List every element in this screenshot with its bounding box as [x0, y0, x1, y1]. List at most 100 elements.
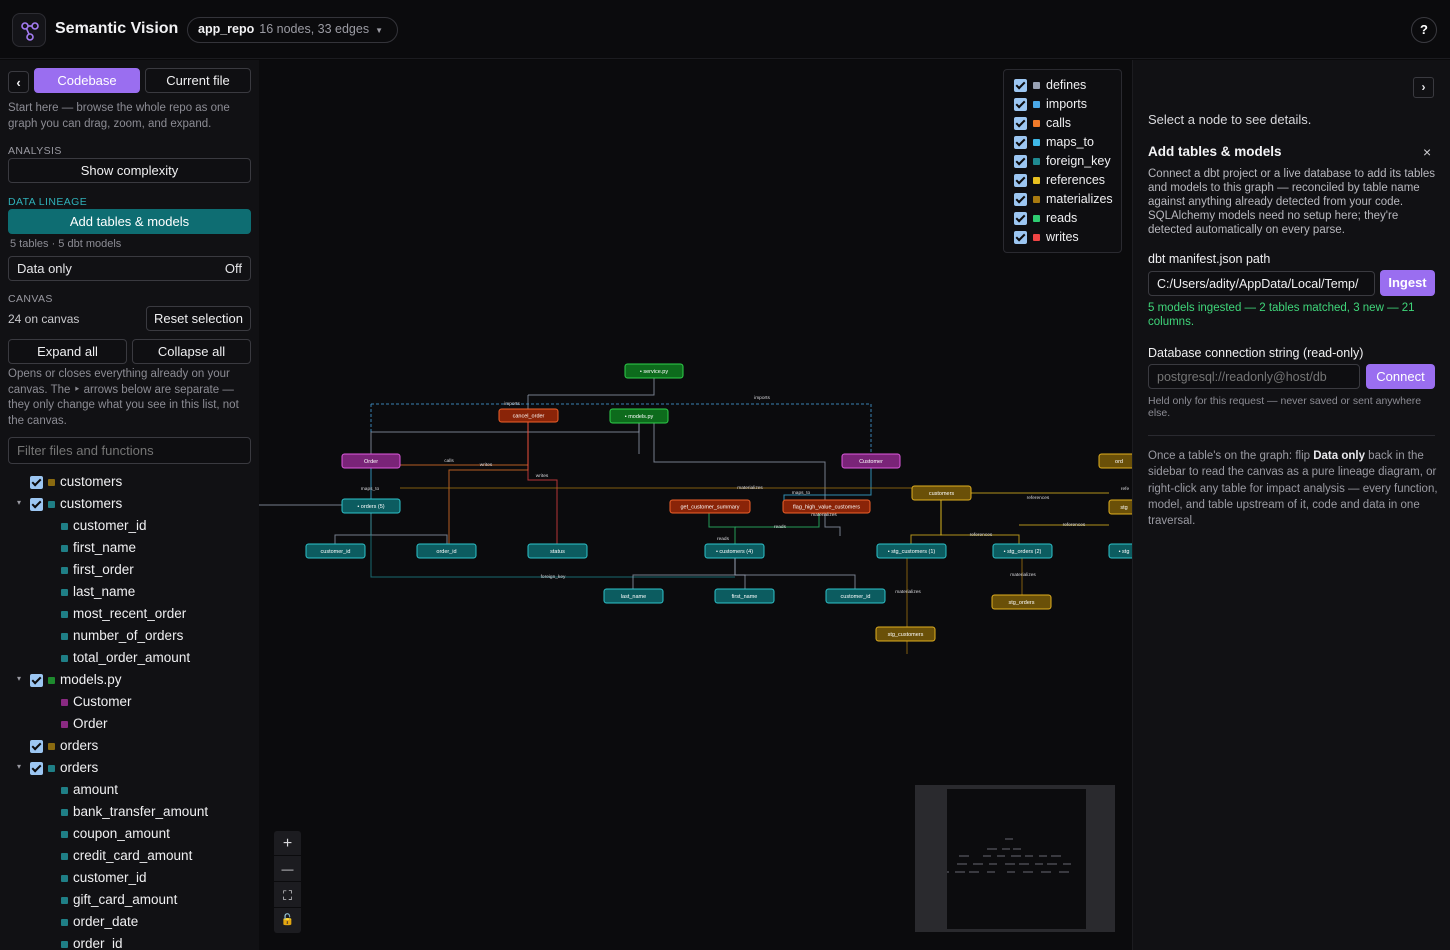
graph-node[interactable]: first_name — [714, 588, 775, 604]
graph-edge-label: materializes — [895, 589, 921, 595]
graph-node[interactable]: • service.py — [624, 363, 684, 379]
graph-node[interactable]: stg_orders — [991, 594, 1052, 610]
legend-label: reads — [1046, 211, 1078, 225]
graph-node[interactable]: stg_customers — [875, 626, 936, 642]
graph-node[interactable]: • customers (4) — [704, 543, 765, 559]
expand-toggle-icon[interactable]: ▾ — [17, 674, 21, 683]
tree-item-label: Customer — [73, 694, 132, 709]
repo-selector[interactable]: app_repo 16 nodes, 33 edges ▼ — [187, 17, 398, 43]
tree-checkbox[interactable] — [30, 740, 43, 753]
graph-node[interactable]: • models.py — [609, 408, 669, 424]
tree-checkbox[interactable] — [30, 674, 43, 687]
edge-color-swatch — [1033, 82, 1040, 89]
graph-node[interactable]: • orders (5) — [341, 498, 401, 514]
graph-node-label: stg — [1120, 505, 1127, 511]
node-type-icon — [61, 545, 68, 552]
add-tables-description: Connect a dbt project or a live database… — [1148, 168, 1436, 236]
manifest-label: dbt manifest.json path — [1148, 252, 1271, 266]
fit-view-icon[interactable]: ⛶ — [274, 883, 301, 908]
graph-node[interactable]: Order — [341, 453, 401, 469]
sidebar: ‹ Codebase Current file Start here — bro… — [0, 60, 259, 950]
tab-codebase[interactable]: Codebase — [34, 68, 140, 93]
graph-node[interactable]: • stg_customers (1) — [876, 543, 947, 559]
close-icon[interactable]: × — [1423, 144, 1431, 160]
graph-node-label: Customer — [859, 459, 883, 465]
graph-node[interactable]: customer_id — [825, 588, 886, 604]
tree-item-label: most_recent_order — [73, 606, 187, 621]
graph-edge-label: reads — [774, 524, 787, 530]
filter-input[interactable] — [8, 437, 251, 464]
expand-toggle-icon[interactable]: ▾ — [17, 498, 21, 507]
chevron-right-icon[interactable]: › — [1413, 77, 1434, 98]
help-button[interactable]: ? — [1411, 17, 1437, 43]
graph-edge — [653, 423, 841, 536]
show-complexity-button[interactable]: Show complexity — [8, 158, 251, 183]
graph-node[interactable]: get_customer_summary — [669, 499, 751, 514]
legend-checkbox[interactable] — [1014, 79, 1027, 92]
graph-node[interactable]: • stg — [1108, 543, 1132, 559]
graph-node[interactable]: customer_id — [305, 543, 366, 559]
collapse-sidebar-button[interactable]: ‹ — [8, 71, 29, 93]
graph-node[interactable]: • stg_orders (2) — [992, 543, 1053, 559]
collapse-all-button[interactable]: Collapse all — [132, 339, 251, 364]
graph-node[interactable]: ord — [1098, 453, 1132, 469]
data-only-toggle[interactable]: Data only Off — [8, 256, 251, 281]
tree-item-label: customer_id — [73, 518, 147, 533]
legend-checkbox[interactable] — [1014, 136, 1027, 149]
graph-node[interactable]: flag_high_value_customers — [782, 499, 871, 514]
node-type-icon — [61, 853, 68, 860]
minus-icon[interactable]: — — [274, 857, 301, 882]
graph-node[interactable]: last_name — [603, 588, 664, 604]
graph-canvas[interactable]: • service.py cancel_order • models.py Order… — [259, 60, 1132, 950]
chevron-down-icon: ▼ — [375, 26, 384, 35]
legend-checkbox[interactable] — [1014, 212, 1027, 225]
tree-checkbox[interactable] — [30, 476, 43, 489]
legend-label: calls — [1046, 116, 1072, 130]
node-type-icon — [48, 677, 55, 684]
graph-node[interactable]: stg — [1108, 499, 1132, 515]
tab-current-file[interactable]: Current file — [145, 68, 251, 93]
tree-item-label: order_date — [73, 914, 139, 929]
graph-edge-label: reads — [717, 536, 730, 542]
legend-checkbox[interactable] — [1014, 155, 1027, 168]
minimap[interactable] — [915, 785, 1115, 932]
graph-edge — [334, 513, 372, 544]
ingest-button[interactable]: Ingest — [1380, 270, 1435, 296]
legend-checkbox[interactable] — [1014, 231, 1027, 244]
legend-checkbox[interactable] — [1014, 174, 1027, 187]
graph-edge-label: foreign_key — [541, 574, 566, 580]
lock-icon[interactable]: 🔓 — [274, 908, 301, 933]
graph-node[interactable]: Customer — [841, 453, 901, 469]
top-bar: Semantic Vision app_repo 16 nodes, 33 edg… — [0, 0, 1450, 59]
plus-icon[interactable]: + — [274, 831, 301, 856]
add-tables-button[interactable]: Add tables & models — [8, 209, 251, 234]
node-type-icon — [61, 897, 68, 904]
db-connection-hint: Held only for this request — never saved… — [1148, 395, 1422, 419]
graph-node-label: • customers (4) — [716, 549, 753, 555]
graph-node[interactable]: order_id — [416, 543, 477, 559]
minimap-viewport[interactable] — [939, 789, 1086, 929]
reset-selection-button[interactable]: Reset selection — [146, 306, 251, 331]
lineage-meta: 5 tables · 5 dbt models — [10, 238, 122, 250]
expand-toggle-icon[interactable]: ▾ — [17, 762, 21, 771]
graph-edge — [528, 378, 655, 396]
legend-checkbox[interactable] — [1014, 193, 1027, 206]
legend-label: writes — [1046, 230, 1079, 244]
graph-node-label: customer_id — [841, 594, 871, 600]
edge-legend: defines imports calls maps_to foreign_key ref… — [1003, 69, 1122, 253]
manifest-path-input[interactable] — [1148, 271, 1375, 296]
tree-item-label: customers — [60, 474, 123, 489]
graph-node[interactable]: status — [527, 543, 588, 559]
tree-checkbox[interactable] — [30, 762, 43, 775]
tree-item-label: number_of_orders — [73, 628, 184, 643]
expand-all-button[interactable]: Expand all — [8, 339, 127, 364]
node-type-icon — [61, 831, 68, 838]
db-connection-input[interactable] — [1148, 364, 1360, 389]
graph-node[interactable]: customers — [911, 485, 972, 501]
graph-node[interactable]: cancel_order — [498, 408, 559, 423]
tree-checkbox[interactable] — [30, 498, 43, 511]
legend-checkbox[interactable] — [1014, 98, 1027, 111]
legend-checkbox[interactable] — [1014, 117, 1027, 130]
graph-edge-label: references — [1063, 522, 1086, 528]
connect-button[interactable]: Connect — [1366, 364, 1435, 389]
